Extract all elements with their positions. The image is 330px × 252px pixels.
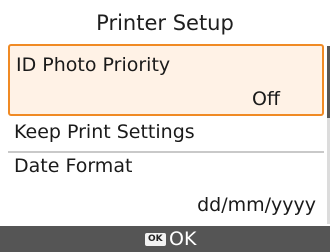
menu-item-value: dd/mm/yyyy bbox=[197, 194, 316, 216]
menu-item-label: Date Format bbox=[14, 155, 133, 177]
page-title: Printer Setup bbox=[96, 11, 234, 35]
menu-item-id-photo-priority[interactable]: ID Photo Priority Off bbox=[8, 44, 324, 116]
ok-key-icon: OK bbox=[145, 233, 166, 246]
footer-bar: OK OK bbox=[0, 226, 330, 252]
settings-menu: ID Photo Priority Off Keep Print Setting… bbox=[8, 44, 324, 227]
menu-item-label: Keep Print Settings bbox=[14, 121, 195, 143]
menu-item-label: ID Photo Priority bbox=[16, 54, 171, 76]
printer-setup-screen: Printer Setup ID Photo Priority Off Keep… bbox=[0, 0, 330, 252]
menu-item-keep-print-settings[interactable]: Keep Print Settings bbox=[8, 117, 324, 151]
menu-item-date-format[interactable]: Date Format dd/mm/yyyy bbox=[8, 152, 324, 227]
menu-item-value: Off bbox=[251, 88, 280, 110]
ok-action-label[interactable]: OK bbox=[169, 227, 196, 251]
